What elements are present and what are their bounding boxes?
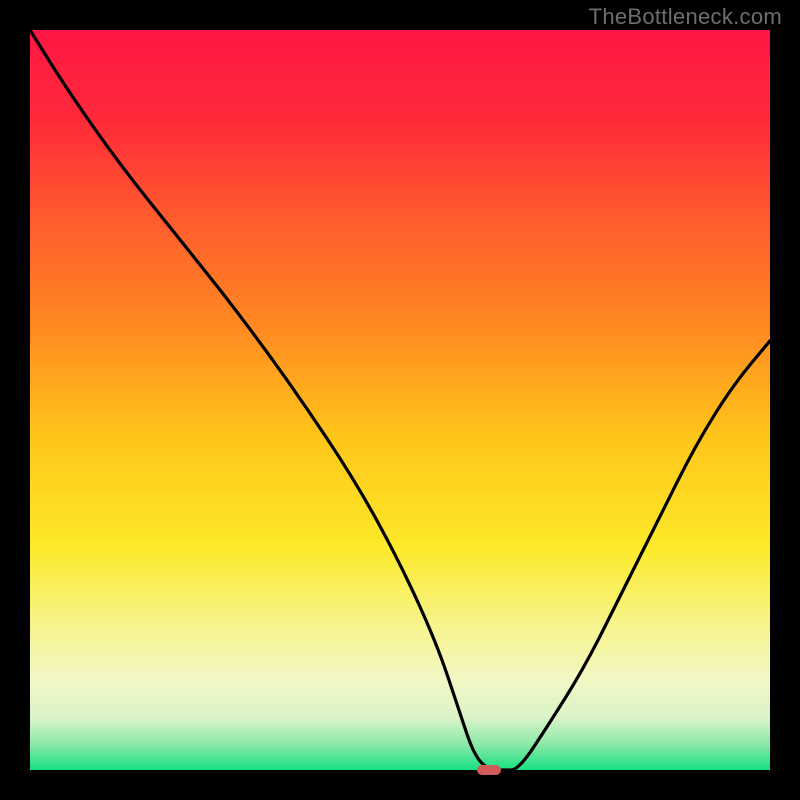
minimum-marker [477, 765, 501, 775]
chart-frame: TheBottleneck.com [0, 0, 800, 800]
bottleneck-curve [30, 30, 770, 770]
curve-layer [30, 30, 770, 770]
watermark-text: TheBottleneck.com [589, 4, 782, 30]
plot-area [30, 30, 770, 770]
